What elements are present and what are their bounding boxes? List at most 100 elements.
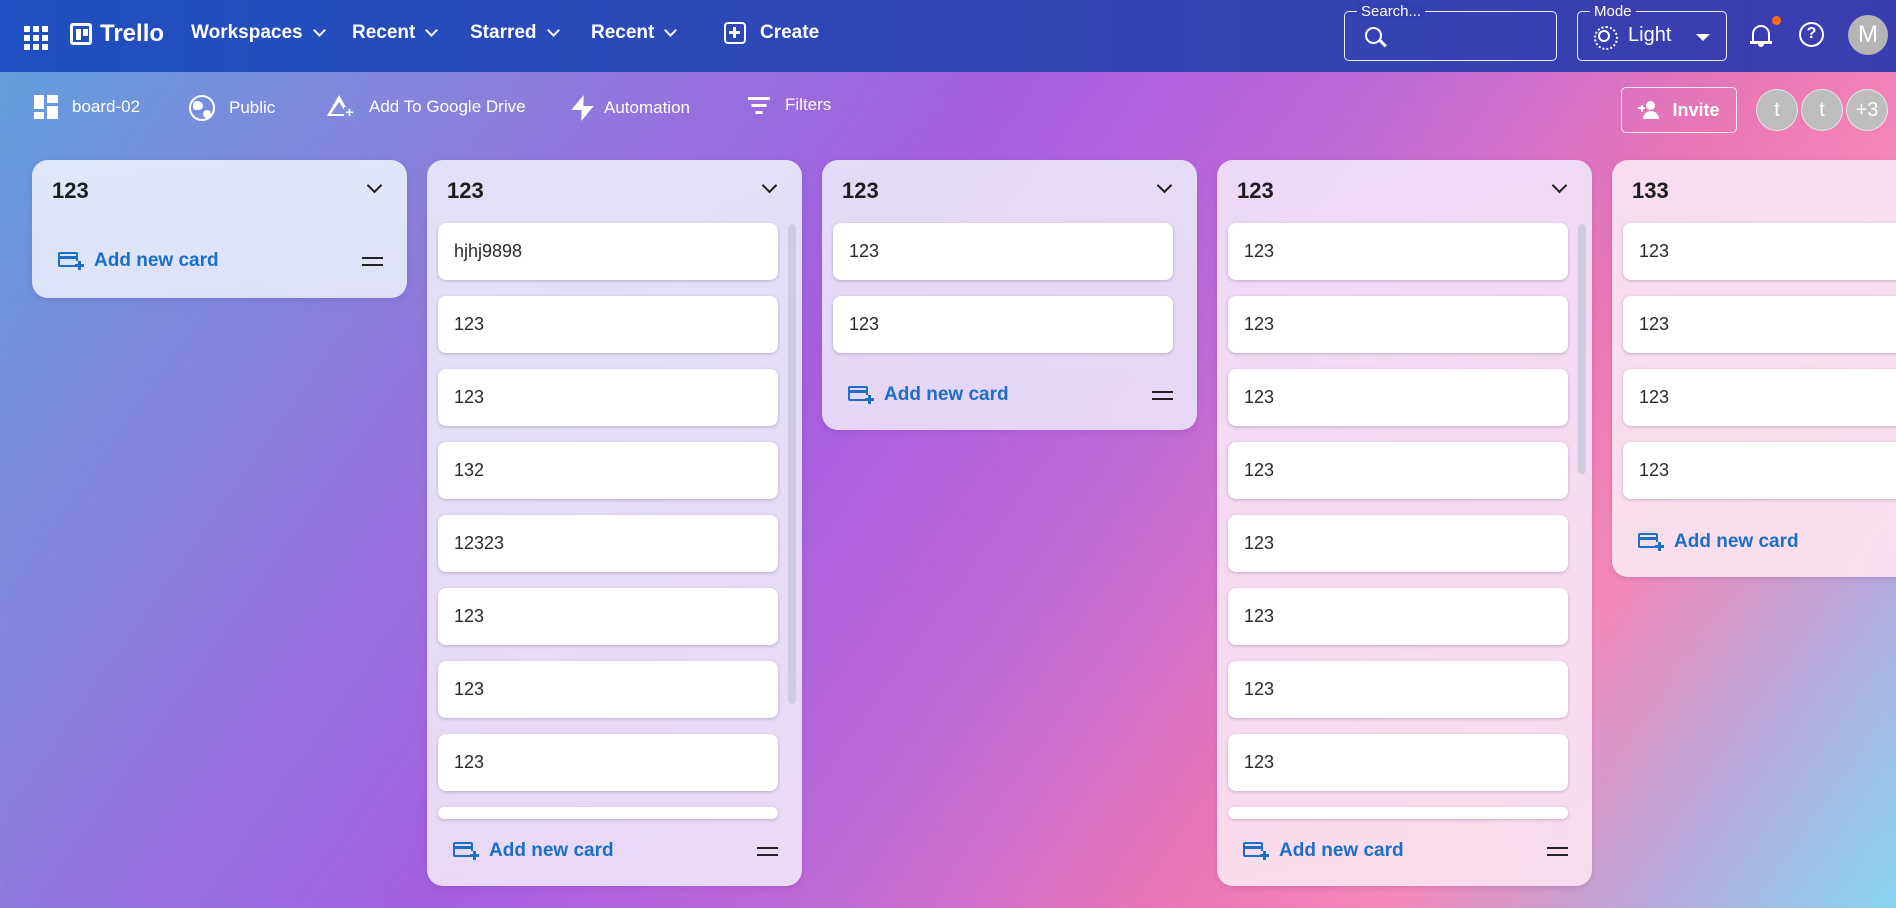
column-scrollbar[interactable] [1578,224,1586,474]
task-card[interactable]: 123 [1623,369,1896,426]
list-column: 123 hjhj9898 123 123 132 12323 123 123 123 Add ne… [427,160,802,886]
task-card[interactable]: 123 [1623,223,1896,280]
task-card[interactable]: 123 [833,223,1173,280]
task-card[interactable]: 123 [438,296,778,353]
trello-logo[interactable]: Trello [70,20,164,48]
filter-list-icon [747,95,771,115]
list-column: 123 123 123 Add new card [822,160,1197,430]
caret-down-icon [1696,34,1710,41]
task-card-partial[interactable] [438,807,778,819]
task-card[interactable]: 123 [1228,223,1568,280]
drag-handle-icon[interactable] [1547,847,1568,856]
column-title[interactable]: 123 [1237,178,1274,204]
list-column: 133 123 123 123 123 Add new card [1612,160,1896,577]
task-card[interactable]: 123 [1228,369,1568,426]
add-card-button[interactable]: Add new card [848,384,1009,406]
column-scrollbar[interactable] [788,224,796,704]
nav-starred[interactable]: Starred [470,22,560,44]
user-avatar[interactable]: M [1848,15,1888,55]
bell-icon[interactable] [1750,22,1772,48]
add-card-icon [848,385,874,405]
google-drive-button[interactable]: + Add To Google Drive [327,95,526,119]
board-bar: board-02 Public + Add To Google Drive Au… [0,72,1896,147]
task-card[interactable]: hjhj9898 [438,223,778,280]
column-title[interactable]: 123 [52,178,89,204]
chevron-down-icon[interactable] [1551,177,1568,194]
visibility-button[interactable]: Public [189,95,275,121]
nav-recent-label: Recent [352,22,416,43]
mode-select[interactable]: Mode Light [1577,3,1727,61]
nav-workspaces[interactable]: Workspaces [191,22,326,44]
filters-label: Filters [785,95,832,114]
task-card[interactable]: 123 [438,588,778,645]
chevron-down-icon[interactable] [366,177,383,194]
drag-handle-icon[interactable] [362,257,383,266]
app-bar: Trello Workspaces Recent Starred Recent … [0,0,1896,72]
add-card-label: Add new card [1279,840,1404,861]
help-icon[interactable]: ? [1799,22,1824,47]
mode-label: Mode [1590,3,1636,20]
chevron-down-icon [546,24,560,37]
chevron-down-icon[interactable] [1156,177,1173,194]
create-button[interactable]: Create [724,22,819,44]
column-title[interactable]: 123 [842,178,879,204]
chevron-down-icon [425,24,439,37]
add-card-button[interactable]: Add new card [58,250,219,272]
add-card-button[interactable]: Add new card [1638,531,1799,553]
visibility-label: Public [229,98,276,117]
drag-handle-icon[interactable] [757,847,778,856]
task-card[interactable]: 123 [438,369,778,426]
task-card[interactable]: 123 [1228,661,1568,718]
dashboard-icon [34,95,58,119]
add-box-icon [724,22,746,44]
task-card[interactable]: 123 [438,661,778,718]
nav-recent[interactable]: Recent [352,22,439,44]
task-card[interactable]: 123 [1623,442,1896,499]
board-name-button[interactable]: board-02 [34,95,140,119]
filters-button[interactable]: Filters [747,95,831,115]
task-card[interactable]: 12323 [438,515,778,572]
add-card-icon [1243,841,1269,861]
column-title[interactable]: 123 [447,178,484,204]
add-card-label: Add new card [489,840,614,861]
nav-recent-2[interactable]: Recent [591,22,678,44]
search-input[interactable]: Search... [1344,3,1557,61]
app-name: Trello [100,20,165,47]
automation-button[interactable]: Automation [572,95,690,121]
person-add-icon [1638,101,1662,119]
task-card[interactable]: 123 [833,296,1173,353]
task-card[interactable]: 123 [1228,515,1568,572]
task-card[interactable]: 123 [1623,296,1896,353]
public-globe-icon [189,95,215,121]
automation-label: Automation [604,98,690,117]
drag-handle-icon[interactable] [1152,391,1173,400]
task-card[interactable]: 123 [1228,734,1568,791]
invite-button[interactable]: Invite [1621,87,1737,133]
column-title[interactable]: 133 [1632,178,1669,204]
member-avatar[interactable]: t [1801,89,1843,131]
more-members-avatar[interactable]: +3 [1846,89,1888,131]
apps-grid-icon[interactable] [20,22,48,50]
add-card-button[interactable]: Add new card [453,840,614,862]
member-avatar[interactable]: t [1756,89,1798,131]
nav-starred-label: Starred [470,22,537,43]
task-card[interactable]: 123 [1228,296,1568,353]
notification-dot [1772,16,1781,25]
task-card-partial[interactable] [1228,807,1568,819]
chevron-down-icon[interactable] [761,177,778,194]
google-drive-label: Add To Google Drive [369,97,526,116]
add-card-button[interactable]: Add new card [1243,840,1404,862]
add-card-icon [1638,532,1664,552]
task-card[interactable]: 123 [1228,588,1568,645]
mode-value: Light [1628,24,1672,46]
task-card[interactable]: 123 [438,734,778,791]
task-card[interactable]: 132 [438,442,778,499]
nav-recent-2-label: Recent [591,22,655,43]
board-name: board-02 [72,97,141,116]
add-card-icon [453,841,479,861]
add-card-label: Add new card [94,250,219,271]
chevron-down-icon [312,24,326,37]
add-card-label: Add new card [1674,531,1799,552]
task-card[interactable]: 123 [1228,442,1568,499]
bolt-icon [572,95,590,121]
